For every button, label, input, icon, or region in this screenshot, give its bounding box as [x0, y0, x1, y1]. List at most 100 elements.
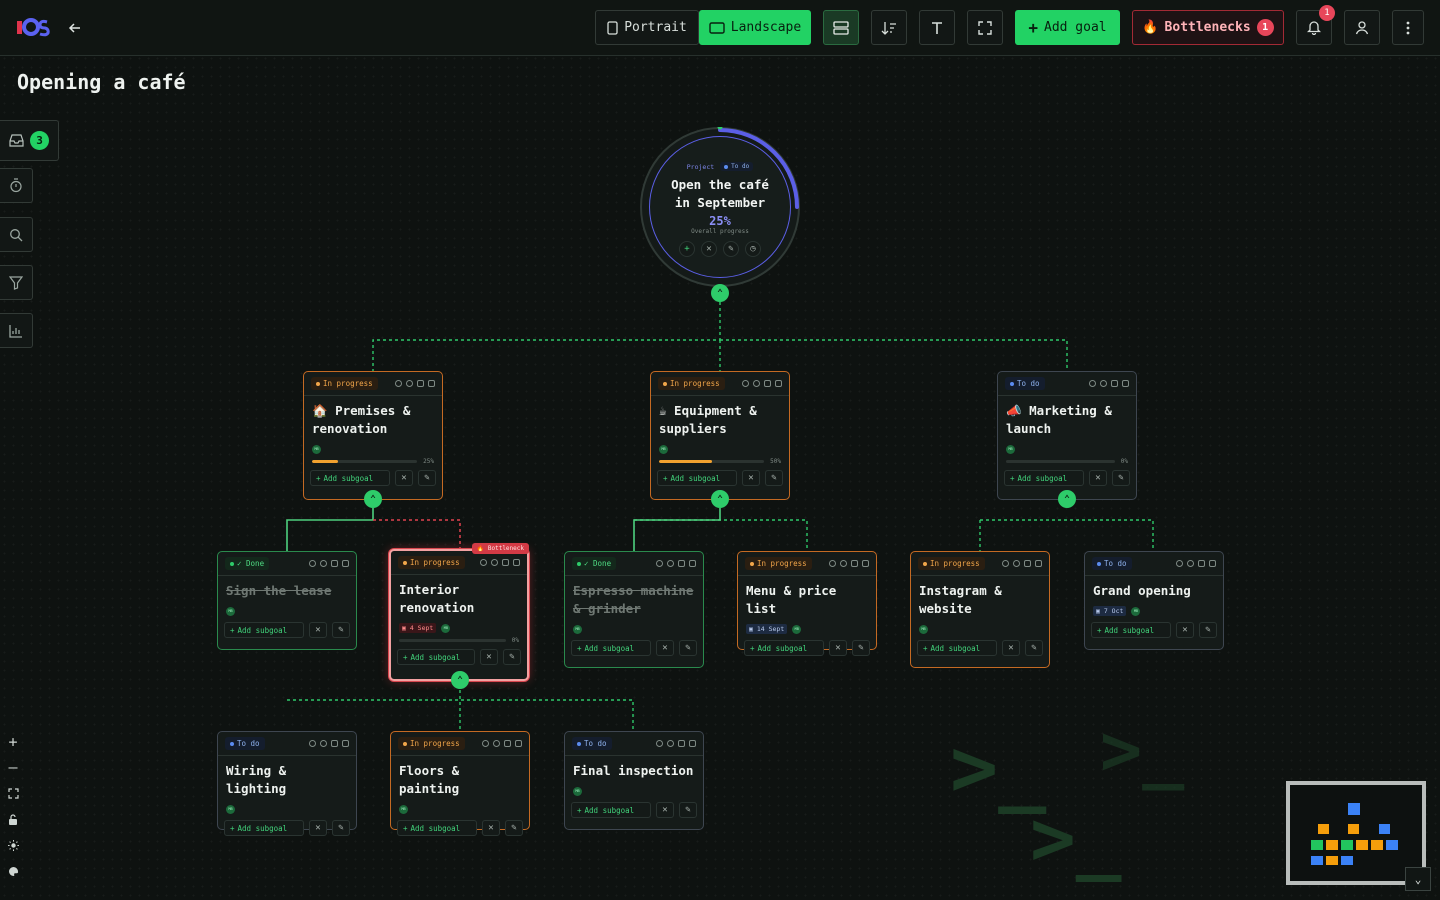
refresh-icon[interactable] [667, 740, 674, 747]
trash-icon[interactable] [775, 380, 782, 387]
add-subgoal-button[interactable]: + Add subgoal [744, 640, 824, 656]
edit-button[interactable]: ✎ [679, 802, 697, 818]
goal-node-premises[interactable]: In progress 🏠 Premises & renovation MB 2… [303, 371, 443, 500]
trash-icon[interactable] [1035, 560, 1042, 567]
goal-node-lease[interactable]: ✓ Done Sign the lease MB + Add subgoal ✕ ✎ [217, 551, 357, 650]
edit-button[interactable]: ✎ [765, 470, 783, 486]
tools-button[interactable]: ✕ [829, 640, 847, 656]
edit-button[interactable]: ✎ [852, 640, 870, 656]
edit-button[interactable]: ✎ [679, 640, 697, 656]
goal-node-marketing[interactable]: To do 📣 Marketing & launch MB 0% + Add su… [997, 371, 1137, 500]
collapse-toggle[interactable]: ⌃ [1058, 490, 1076, 508]
timer-icon[interactable] [1089, 380, 1096, 387]
add-subgoal-button[interactable]: + Add subgoal [1091, 622, 1171, 638]
timer-icon[interactable] [309, 560, 316, 567]
trash-icon[interactable] [689, 740, 696, 747]
add-subgoal-button[interactable]: + Add subgoal [571, 802, 651, 818]
tools-button[interactable]: ✕ [480, 649, 498, 665]
timer-icon[interactable] [1002, 560, 1009, 567]
archive-icon[interactable] [417, 380, 424, 387]
edit-button[interactable]: ✎ [418, 470, 436, 486]
node-actions[interactable] [656, 740, 696, 747]
timer-icon[interactable] [480, 559, 487, 566]
node-actions[interactable] [480, 559, 520, 566]
add-subgoal-button[interactable]: + Add subgoal [917, 640, 997, 656]
tools-button[interactable]: ✕ [1002, 640, 1020, 656]
goal-node-interior[interactable]: 🔥 Bottleneck In progress Interior renova… [389, 543, 529, 681]
edit-button[interactable]: ✎ [503, 649, 521, 665]
project-edit-button[interactable]: ✎ [723, 241, 739, 257]
add-subgoal-button[interactable]: + Add subgoal [397, 649, 475, 665]
goal-node-equipment[interactable]: In progress ☕ Equipment & suppliers MB 5… [650, 371, 790, 500]
collapse-toggle[interactable]: ⌃ [711, 490, 729, 508]
node-actions[interactable] [395, 380, 435, 387]
node-actions[interactable] [1089, 380, 1129, 387]
project-tools-button[interactable]: ✕ [701, 241, 717, 257]
goal-node-instagram[interactable]: In progress Instagram & website MB + Add … [910, 551, 1050, 668]
goal-node-espresso[interactable]: ✓ Done Espresso machine & grinder MB + Ad… [564, 551, 704, 668]
minimap-toggle-button[interactable]: ⌄ [1405, 867, 1431, 891]
refresh-icon[interactable] [406, 380, 413, 387]
refresh-icon[interactable] [320, 740, 327, 747]
refresh-icon[interactable] [320, 560, 327, 567]
trash-icon[interactable] [862, 560, 869, 567]
add-subgoal-button[interactable]: + Add subgoal [397, 820, 477, 836]
archive-icon[interactable] [764, 380, 771, 387]
archive-icon[interactable] [851, 560, 858, 567]
archive-icon[interactable] [1111, 380, 1118, 387]
node-actions[interactable] [1176, 560, 1216, 567]
tools-button[interactable]: ✕ [1089, 470, 1107, 486]
trash-icon[interactable] [1122, 380, 1129, 387]
trash-icon[interactable] [515, 740, 522, 747]
add-subgoal-button[interactable]: + Add subgoal [1004, 470, 1084, 486]
add-subgoal-button[interactable]: + Add subgoal [224, 820, 304, 836]
archive-icon[interactable] [1024, 560, 1031, 567]
node-actions[interactable] [829, 560, 869, 567]
archive-icon[interactable] [1198, 560, 1205, 567]
archive-icon[interactable] [331, 560, 338, 567]
goal-node-inspection[interactable]: To do Final inspection MB + Add subgoal ✕ ✎ [564, 731, 704, 830]
tools-button[interactable]: ✕ [395, 470, 413, 486]
timer-icon[interactable] [829, 560, 836, 567]
refresh-icon[interactable] [840, 560, 847, 567]
tools-button[interactable]: ✕ [309, 622, 327, 638]
tools-button[interactable]: ✕ [309, 820, 327, 836]
project-timer-button[interactable]: ◷ [745, 241, 761, 257]
tools-button[interactable]: ✕ [482, 820, 500, 836]
archive-icon[interactable] [504, 740, 511, 747]
node-actions[interactable] [309, 740, 349, 747]
timer-icon[interactable] [742, 380, 749, 387]
timer-icon[interactable] [482, 740, 489, 747]
timer-icon[interactable] [395, 380, 402, 387]
refresh-icon[interactable] [491, 559, 498, 566]
add-subgoal-button[interactable]: + Add subgoal [571, 640, 651, 656]
collapse-toggle[interactable]: ⌃ [711, 284, 729, 302]
edit-button[interactable]: ✎ [505, 820, 523, 836]
tools-button[interactable]: ✕ [1176, 622, 1194, 638]
edit-button[interactable]: ✎ [332, 820, 350, 836]
refresh-icon[interactable] [493, 740, 500, 747]
add-subgoal-button[interactable]: + Add subgoal [224, 622, 304, 638]
archive-icon[interactable] [502, 559, 509, 566]
goal-node-wiring[interactable]: To do Wiring & lighting MB + Add subgoal ✕… [217, 731, 357, 836]
trash-icon[interactable] [428, 380, 435, 387]
refresh-icon[interactable] [1187, 560, 1194, 567]
edit-button[interactable]: ✎ [332, 622, 350, 638]
trash-icon[interactable] [342, 560, 349, 567]
tools-button[interactable]: ✕ [656, 640, 674, 656]
collapse-toggle[interactable]: ⌃ [451, 671, 469, 689]
timer-icon[interactable] [656, 560, 663, 567]
node-actions[interactable] [309, 560, 349, 567]
project-root-node[interactable]: Project To do Open the café in September… [640, 127, 800, 287]
trash-icon[interactable] [513, 559, 520, 566]
add-subgoal-button[interactable]: + Add subgoal [310, 470, 390, 486]
node-actions[interactable] [482, 740, 522, 747]
refresh-icon[interactable] [1013, 560, 1020, 567]
archive-icon[interactable] [678, 560, 685, 567]
archive-icon[interactable] [331, 740, 338, 747]
trash-icon[interactable] [1209, 560, 1216, 567]
goal-node-menu[interactable]: In progress Menu & price list ▣ 14 Sept M… [737, 551, 877, 656]
refresh-icon[interactable] [753, 380, 760, 387]
archive-icon[interactable] [678, 740, 685, 747]
collapse-toggle[interactable]: ⌃ [364, 490, 382, 508]
